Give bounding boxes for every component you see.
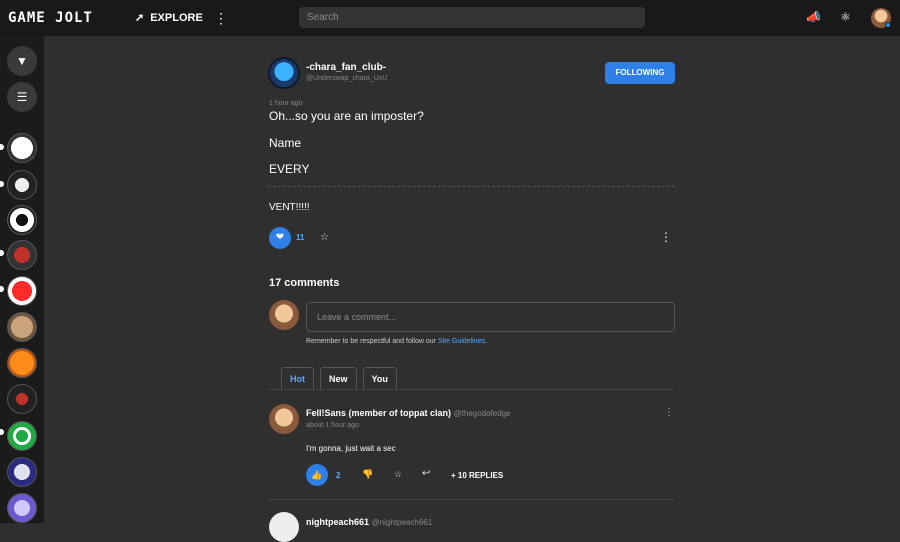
post-lead-text: VENT!!!!! — [269, 202, 310, 213]
game-3-avatar[interactable] — [7, 205, 37, 235]
game-4-avatar[interactable] — [7, 240, 37, 270]
game-11-avatar[interactable] — [7, 493, 37, 523]
post-author-avatar[interactable] — [268, 57, 300, 89]
search-input[interactable]: Search — [299, 7, 645, 28]
comment-avatar[interactable] — [269, 404, 299, 434]
comment-author-handle[interactable]: @thegodofedge — [454, 409, 511, 418]
remember-note: Remember to be respectful and follow our… — [306, 338, 487, 345]
game-8-avatar[interactable] — [7, 384, 37, 414]
comment-text: I'm gonna, just wait a sec — [306, 444, 396, 453]
post-text-line: Name — [269, 136, 302, 150]
comment-like-count[interactable]: 2 — [336, 471, 340, 480]
tab-you[interactable]: You — [362, 367, 397, 389]
comment-divider — [268, 499, 675, 500]
compass-icon: ➚ — [135, 12, 145, 24]
announcements-icon[interactable]: 📣 — [806, 10, 821, 24]
remember-text: Remember to be respectful and follow our — [306, 338, 438, 345]
comments-title: 17 comments — [269, 277, 340, 289]
explore-label: EXPLORE — [150, 11, 203, 24]
gamejolt-logo[interactable]: GAME JOLT — [8, 10, 93, 26]
game-10-avatar[interactable] — [7, 457, 37, 487]
active-indicator — [0, 429, 4, 435]
explore-button[interactable]: ➚ EXPLORE — [135, 11, 203, 25]
game-7-avatar[interactable] — [7, 348, 37, 378]
game-1-avatar[interactable] — [7, 133, 37, 163]
comment-more-icon[interactable]: ⋮ — [664, 407, 674, 418]
notification-dot — [885, 22, 891, 28]
remember-end: . — [485, 338, 487, 345]
comment-sort-tabs: Hot New You — [281, 367, 397, 389]
comment-author-name[interactable]: Fell!Sans (member of toppat clan) — [306, 408, 451, 418]
active-indicator — [0, 181, 4, 187]
home-icon[interactable]: ▼ — [7, 46, 37, 76]
tab-hot[interactable]: Hot — [281, 367, 314, 389]
tabs-divider — [268, 389, 675, 390]
sidebar: ▼ ☰ — [0, 36, 44, 523]
comment-author[interactable]: Fell!Sans (member of toppat clan) @thego… — [306, 408, 511, 418]
game-2-avatar[interactable] — [7, 170, 37, 200]
tab-new[interactable]: New — [320, 367, 357, 389]
current-user-avatar — [269, 300, 299, 330]
dislike-icon[interactable]: 👎 — [362, 469, 373, 480]
active-indicator — [0, 250, 4, 256]
game-6-avatar[interactable] — [7, 312, 37, 342]
post-text-line: EVERY — [269, 162, 310, 176]
post-author-name[interactable]: -chara_fan_club- — [306, 62, 386, 73]
post-more-icon[interactable]: ⋮ — [660, 230, 672, 244]
comment-author-name[interactable]: nightpeach661 — [306, 517, 369, 527]
like-button[interactable]: ❤ — [269, 227, 291, 249]
comment-author[interactable]: nightpeach661 @nightpeach661 — [306, 517, 432, 527]
site-guidelines-link[interactable]: Site Guidelines — [438, 338, 485, 345]
comment-tag-icon[interactable]: ☆ — [394, 469, 402, 480]
active-indicator — [0, 286, 4, 292]
active-indicator — [0, 144, 4, 150]
post-time: 1 hour ago — [269, 100, 303, 107]
library-icon[interactable]: ☰ — [7, 82, 37, 112]
more-menu-icon[interactable]: ⋮ — [214, 9, 228, 27]
top-bar: GAME JOLT ➚ EXPLORE ⋮ Search 📣 ⚛ — [0, 0, 900, 36]
reply-icon[interactable]: ↩ — [422, 468, 430, 479]
tag-icon[interactable]: ☆ — [320, 232, 329, 243]
post-author-handle[interactable]: @Underswap_chara_UvU — [306, 75, 387, 82]
comment-input[interactable]: Leave a comment... — [306, 302, 675, 332]
post-divider — [268, 186, 675, 187]
game-5-avatar[interactable] — [7, 276, 37, 306]
game-9-avatar[interactable] — [7, 421, 37, 451]
post-text-line: Oh...so you are an imposter? — [269, 109, 424, 123]
replies-button[interactable]: + 10 REPLIES — [451, 471, 503, 480]
like-count[interactable]: 11 — [296, 233, 304, 242]
comment-like-button[interactable]: 👍 — [306, 464, 328, 486]
comment-time: about 1 hour ago — [306, 422, 359, 429]
activity-icon[interactable]: ⚛ — [840, 10, 851, 24]
following-button[interactable]: FOLLOWING — [605, 62, 675, 84]
comment-avatar[interactable] — [269, 512, 299, 542]
